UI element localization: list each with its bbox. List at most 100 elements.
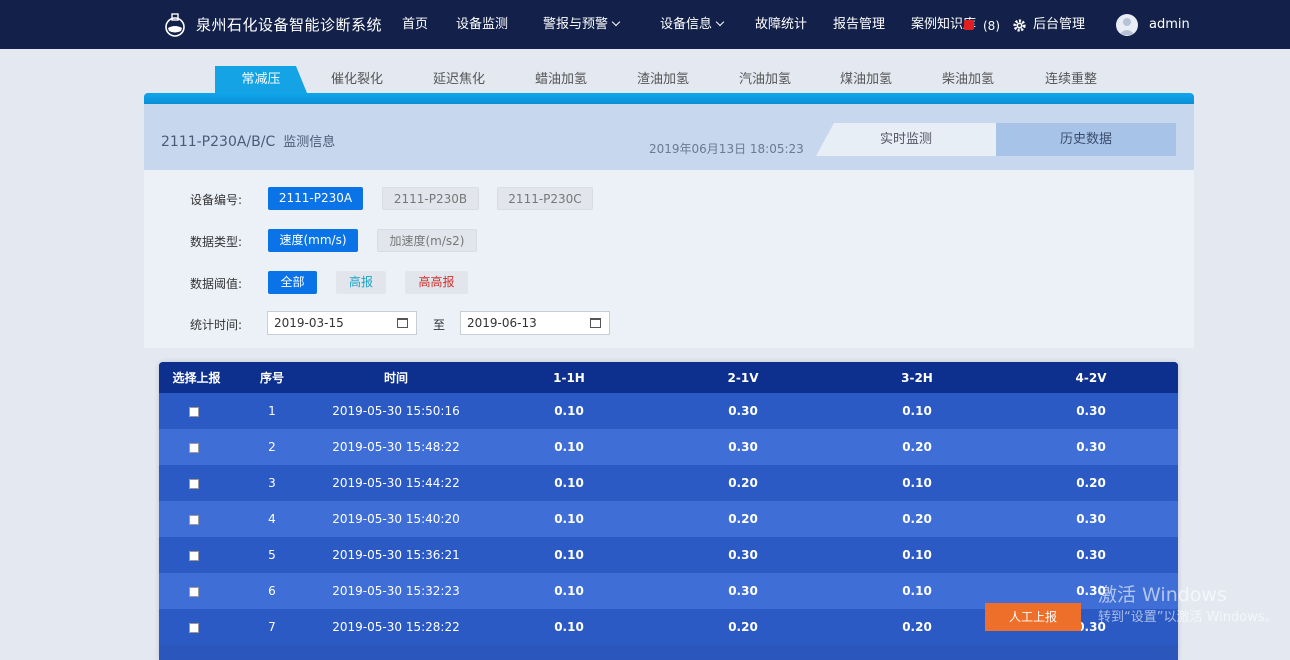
tab-gasoline-hydro[interactable]: 汽油加氢 (727, 66, 803, 93)
cell-1-1h: 0.10 (554, 584, 584, 598)
flask-logo-icon (165, 12, 185, 37)
cell-3-2h: 0.10 (902, 404, 932, 418)
notification-badge-icon[interactable] (964, 20, 974, 30)
col-time: 时间 (383, 371, 408, 385)
cell-4-2v: 0.30 (1076, 512, 1106, 526)
nav-reports[interactable]: 报告管理 (833, 0, 885, 49)
table-row[interactable]: 2 2019-05-30 15:48:22 0.10 0.30 0.20 0.30 (159, 429, 1178, 465)
type-chip-velocity[interactable]: 速度(mm/s) (268, 229, 358, 252)
cell-3-2h: 0.10 (902, 476, 932, 490)
user-avatar-icon (1119, 18, 1135, 35)
cell-2-1v: 0.30 (728, 404, 758, 418)
cell-1-1h: 0.10 (554, 512, 584, 526)
cell-time: 2019-05-30 15:28:22 (332, 620, 460, 634)
nav-equipment-info-label: 设备信息 (660, 17, 713, 32)
select-checkbox[interactable] (189, 515, 199, 525)
tab-catalytic-cracking[interactable]: 催化裂化 (319, 66, 395, 93)
cell-3-2h: 0.20 (902, 440, 932, 454)
col-select: 选择上报 (172, 371, 221, 385)
select-checkbox[interactable] (189, 407, 199, 417)
range-separator: 至 (433, 318, 446, 332)
cell-time: 2019-05-30 15:48:22 (332, 440, 460, 454)
realtime-monitoring-tab[interactable]: 实时监测 (816, 123, 996, 156)
start-date-input[interactable]: 2019-03-15 (267, 311, 417, 335)
nav-home[interactable]: 首页 (402, 0, 428, 49)
nav-equipment-monitoring[interactable]: 设备监测 (456, 0, 508, 49)
cell-3-2h: 0.10 (902, 584, 932, 598)
device-chip-a[interactable]: 2111-P230A (268, 187, 363, 210)
select-checkbox[interactable] (189, 551, 199, 561)
cell-time: 2019-05-30 15:50:16 (332, 404, 460, 418)
nav-alarms[interactable]: 警报与预警 (543, 0, 621, 49)
col-1-1h: 1-1H (553, 371, 585, 385)
cell-index: 6 (268, 584, 276, 598)
nav-admin[interactable]: 后台管理 (1033, 0, 1085, 49)
cell-2-1v: 0.30 (728, 440, 758, 454)
start-date-value: 2019-03-15 (274, 316, 344, 330)
end-date-input[interactable]: 2019-06-13 (460, 311, 610, 335)
tab-kerosene-hydro[interactable]: 煤油加氢 (828, 66, 904, 93)
cell-1-1h: 0.10 (554, 620, 584, 634)
panel-header: 2111-P230A/B/C 监测信息 2019年06月13日 18:05:23 … (144, 104, 1194, 170)
cell-index: 3 (268, 476, 276, 490)
nav-alarms-label: 警报与预警 (543, 17, 609, 32)
col-index: 序号 (259, 371, 284, 385)
threshold-label: 数据阈值: (190, 277, 243, 291)
col-4-2v: 4-2V (1075, 371, 1107, 385)
cell-2-1v: 0.20 (728, 620, 758, 634)
cell-index: 2 (268, 440, 276, 454)
data-type-label: 数据类型: (190, 235, 243, 249)
device-id: 2111-P230A/B/C (161, 134, 276, 150)
cell-2-1v: 0.30 (728, 584, 758, 598)
end-date-value: 2019-06-13 (467, 316, 537, 330)
history-data-tab[interactable]: 历史数据 (996, 123, 1176, 156)
manual-report-button[interactable]: 人工上报 (985, 603, 1081, 631)
tab-underline (144, 93, 1194, 104)
tab-atmospheric-vacuum[interactable]: 常减压 (215, 66, 307, 93)
tab-diesel-hydro[interactable]: 柴油加氢 (930, 66, 1006, 93)
tab-continuous-reforming[interactable]: 连续重整 (1033, 66, 1109, 93)
cell-index: 1 (268, 404, 276, 418)
cell-4-2v: 0.20 (1076, 476, 1106, 490)
nav-equipment-info[interactable]: 设备信息 (660, 0, 725, 49)
select-checkbox[interactable] (189, 587, 199, 597)
brand[interactable]: 泉州石化设备智能诊断系统 (162, 0, 382, 49)
cell-time: 2019-05-30 15:40:20 (332, 512, 460, 526)
notification-count[interactable]: (8) (983, 0, 1000, 53)
device-title: 2111-P230A/B/C 监测信息 (161, 131, 335, 150)
tab-wax-oil-hydro[interactable]: 蜡油加氢 (523, 66, 599, 93)
timestamp: 2019年06月13日 18:05:23 (649, 142, 804, 156)
username[interactable]: admin (1149, 0, 1190, 49)
device-chip-c[interactable]: 2111-P230C (497, 187, 593, 210)
cell-2-1v: 0.20 (728, 512, 758, 526)
threshold-chip-high[interactable]: 高报 (336, 271, 386, 294)
table-row[interactable]: 4 2019-05-30 15:40:20 0.10 0.20 0.20 0.30 (159, 501, 1178, 537)
windows-activation-watermark: 激活 Windows (1098, 584, 1227, 606)
avatar[interactable] (1116, 14, 1138, 36)
nav-fault-stats[interactable]: 故障统计 (755, 0, 807, 49)
cell-time: 2019-05-30 15:36:21 (332, 548, 460, 562)
windows-activation-hint: 转到“设置”以激活 Windows。 (1098, 610, 1278, 625)
tab-delayed-coking[interactable]: 延迟焦化 (421, 66, 497, 93)
table-row[interactable]: 1 2019-05-30 15:50:16 0.10 0.30 0.10 0.30 (159, 393, 1178, 429)
cell-4-2v: 0.30 (1076, 404, 1106, 418)
col-2-1v: 2-1V (727, 371, 759, 385)
type-chip-acceleration[interactable]: 加速度(m/s2) (377, 229, 477, 252)
select-checkbox[interactable] (189, 623, 199, 633)
cell-3-2h: 0.20 (902, 512, 932, 526)
date-range-label: 统计时间: (190, 318, 243, 332)
calendar-icon[interactable] (397, 318, 408, 328)
threshold-chip-high-high[interactable]: 高高报 (405, 271, 468, 294)
select-checkbox[interactable] (189, 443, 199, 453)
table-row[interactable]: 5 2019-05-30 15:36:21 0.10 0.30 0.10 0.30 (159, 537, 1178, 573)
gear-icon[interactable] (1012, 18, 1027, 33)
cell-1-1h: 0.10 (554, 404, 584, 418)
select-checkbox[interactable] (189, 479, 199, 489)
calendar-icon[interactable] (590, 318, 601, 328)
tab-residue-hydro[interactable]: 渣油加氢 (625, 66, 701, 93)
threshold-chip-all[interactable]: 全部 (268, 271, 317, 294)
table-row[interactable]: 3 2019-05-30 15:44:22 0.10 0.20 0.10 0.20 (159, 465, 1178, 501)
app-title: 泉州石化设备智能诊断系统 (196, 16, 383, 34)
device-chip-b[interactable]: 2111-P230B (382, 187, 479, 210)
top-navbar: 泉州石化设备智能诊断系统 首页 设备监测 警报与预警 设备信息 故障统计 报告管… (0, 0, 1290, 49)
